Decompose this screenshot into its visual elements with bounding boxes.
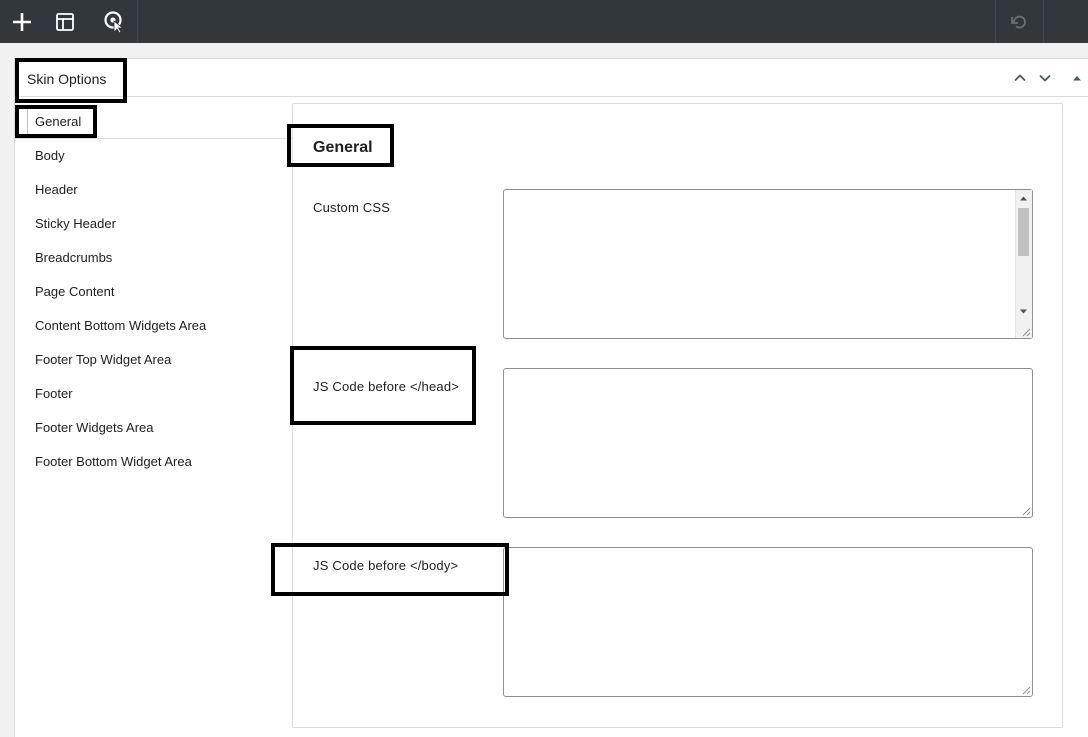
tab-label: General (35, 114, 82, 129)
layout-icon (56, 12, 74, 31)
tab-label: Footer Bottom Widget Area (35, 454, 192, 469)
layout-button[interactable] (43, 0, 87, 43)
tab-label: Sticky Header (35, 216, 116, 231)
tab-label: Header (35, 182, 78, 197)
scroll-down-arrow-icon[interactable] (1019, 307, 1028, 316)
resize-grip-icon[interactable] (1022, 507, 1031, 516)
chevron-down-icon (1039, 74, 1051, 82)
undo-icon (1011, 15, 1026, 28)
toolbar-separator (137, 0, 138, 43)
scroll-up-arrow-icon[interactable] (1019, 194, 1028, 203)
js-body-input[interactable] (504, 548, 1032, 696)
toolbar-separator (995, 0, 996, 43)
js-body-label: JS Code before </body> (313, 558, 459, 573)
resize-grip-icon[interactable] (1022, 328, 1031, 337)
add-block-button[interactable] (0, 0, 44, 43)
tab-body[interactable]: Body (15, 139, 293, 173)
tab-label: Body (35, 148, 65, 163)
js-head-field (503, 368, 1033, 518)
skin-options-panel: Skin Options General Body Header Sticky … (14, 58, 1088, 737)
undo-button[interactable] (997, 0, 1041, 43)
tab-footer-widgets-area[interactable]: Footer Widgets Area (15, 411, 293, 445)
chevron-up-icon (1014, 74, 1026, 82)
tab-content-general: General Custom CSS JS Code before </head… (292, 103, 1063, 728)
panel-header: Skin Options (15, 59, 1088, 97)
custom-css-field (503, 189, 1033, 339)
tab-label: Page Content (35, 284, 115, 299)
tab-breadcrumbs[interactable]: Breadcrumbs (15, 241, 293, 275)
tab-label: Footer (35, 386, 73, 401)
target-button[interactable] (92, 0, 136, 43)
section-title: General (313, 139, 373, 156)
tab-page-content[interactable]: Page Content (15, 275, 293, 309)
plus-icon (13, 12, 31, 31)
tab-header[interactable]: Header (15, 173, 293, 207)
tab-label: Breadcrumbs (35, 250, 113, 265)
tab-footer[interactable]: Footer (15, 377, 293, 411)
panel-title: Skin Options (27, 71, 107, 87)
tab-sticky-header[interactable]: Sticky Header (15, 207, 293, 241)
move-down-button[interactable] (1036, 69, 1054, 87)
custom-css-input[interactable] (504, 190, 1032, 338)
tab-general[interactable]: General (15, 105, 293, 139)
scrollbar[interactable] (1015, 190, 1032, 338)
top-toolbar (0, 0, 1088, 43)
js-head-label: JS Code before </head> (313, 379, 460, 394)
caret-up-icon (1073, 76, 1081, 81)
resize-grip-icon[interactable] (1022, 686, 1031, 695)
tab-label: Footer Widgets Area (35, 420, 154, 435)
collapse-toggle-button[interactable] (1068, 69, 1086, 87)
toolbar-separator (1043, 0, 1044, 43)
scrollbar-thumb[interactable] (1018, 208, 1029, 256)
js-body-field (503, 547, 1033, 697)
move-up-button[interactable] (1011, 69, 1029, 87)
custom-css-label: Custom CSS (313, 200, 391, 215)
target-cursor-icon (104, 10, 124, 33)
tab-label: Content Bottom Widgets Area (35, 318, 207, 333)
js-head-input[interactable] (504, 369, 1032, 517)
tab-content-bottom-widgets-area[interactable]: Content Bottom Widgets Area (15, 309, 293, 343)
tab-footer-bottom-widget-area[interactable]: Footer Bottom Widget Area (15, 445, 293, 479)
tab-footer-top-widget-area[interactable]: Footer Top Widget Area (15, 343, 293, 377)
tab-label: Footer Top Widget Area (35, 352, 172, 367)
